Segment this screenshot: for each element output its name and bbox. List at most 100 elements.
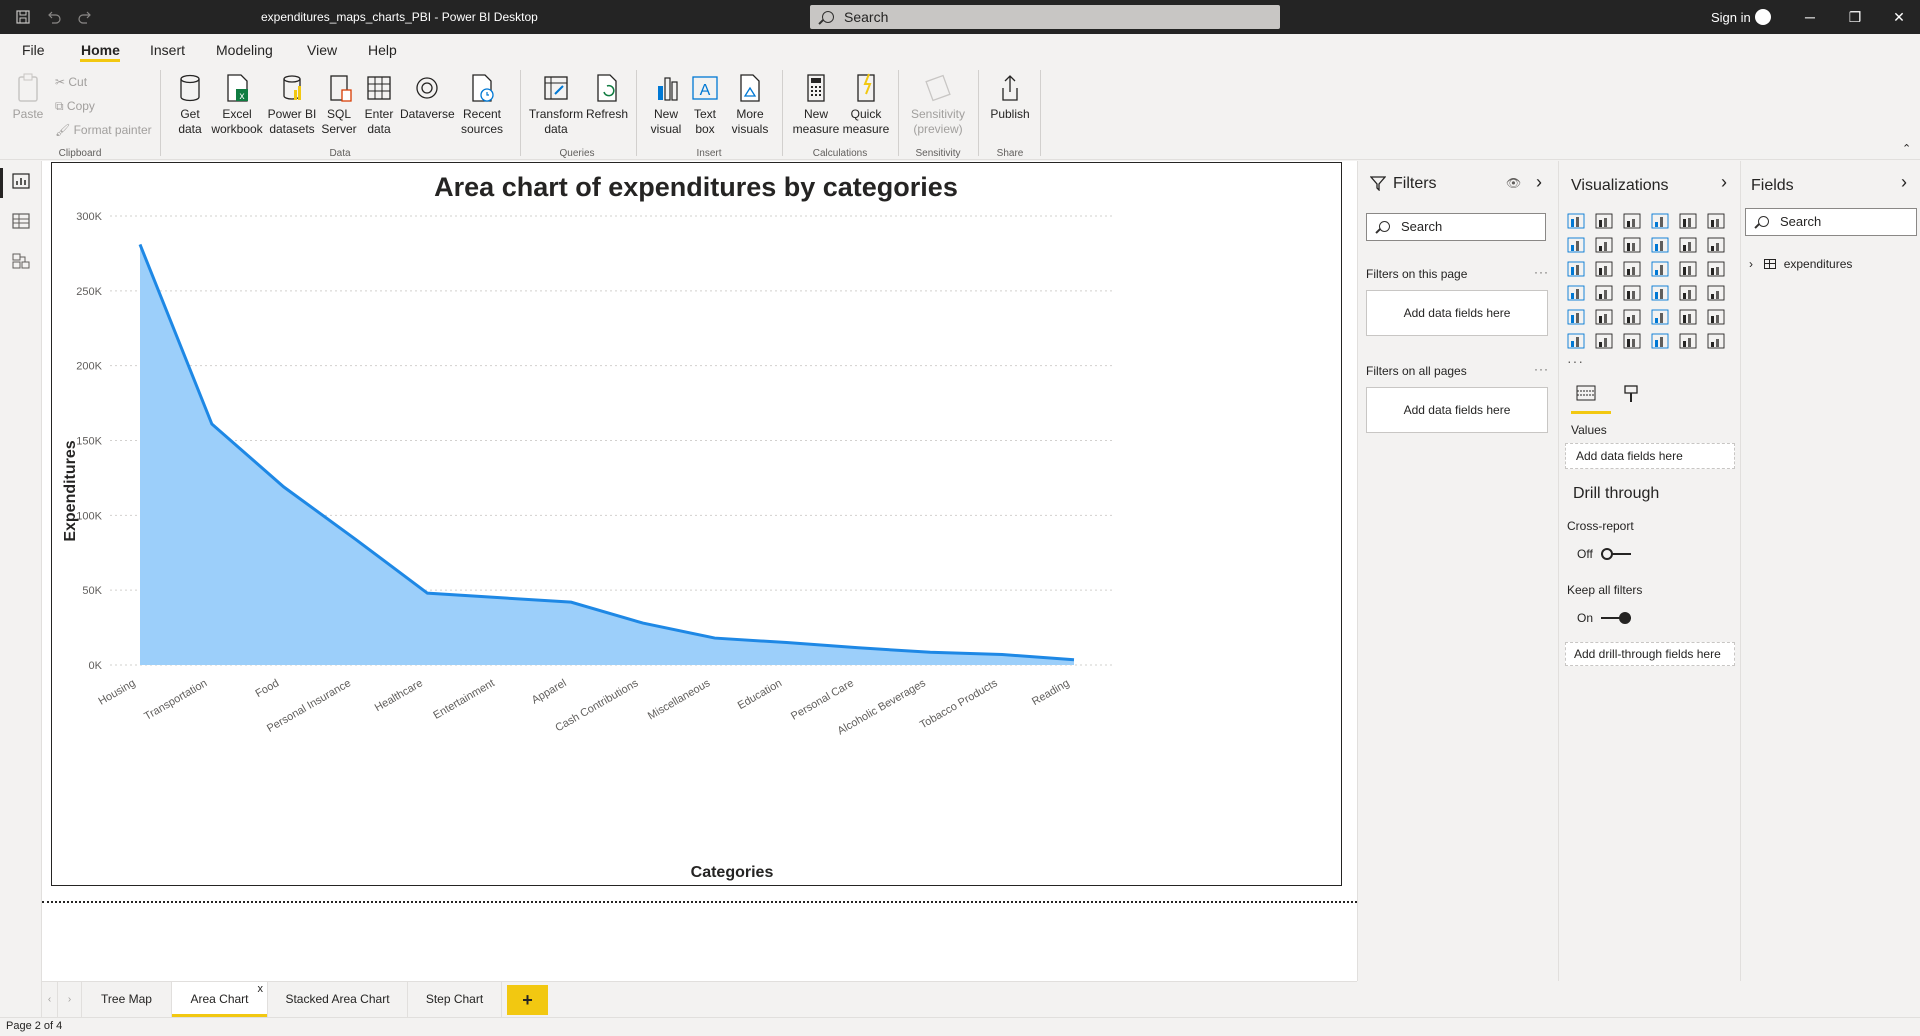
new-visual-button[interactable]: New visual (644, 70, 688, 137)
refresh-button[interactable]: Refresh (585, 70, 629, 122)
ribbon-visual-icon[interactable] (1707, 237, 1725, 253)
paginated-visual-icon[interactable] (1651, 333, 1669, 349)
tab-step-chart[interactable]: Step Chart (408, 982, 502, 1017)
line-column-visual-icon[interactable] (1651, 237, 1669, 253)
enter-data-button[interactable]: Enter data (358, 70, 400, 137)
undo-icon[interactable] (46, 9, 62, 25)
next-page-icon[interactable]: › (58, 982, 82, 1017)
smart-narrative-visual-icon[interactable] (1623, 333, 1641, 349)
multi-row-card-visual-icon[interactable] (1679, 285, 1697, 301)
tab-tree-map[interactable]: Tree Map (82, 982, 172, 1017)
format-paintbrush-icon[interactable] (1621, 384, 1643, 407)
slicer-visual-icon[interactable] (1567, 309, 1585, 325)
100-column-visual-icon[interactable] (1707, 213, 1725, 229)
power-apps-visual-icon[interactable] (1679, 333, 1697, 349)
report-view-icon[interactable] (11, 172, 31, 190)
sensitivity-button[interactable]: Sensitivity (preview) (906, 70, 970, 137)
close-icon[interactable]: ✕ (1884, 6, 1914, 28)
model-view-icon[interactable] (11, 252, 31, 270)
transform-data-button[interactable]: Transform data (528, 70, 584, 137)
drill-through-well[interactable]: Add drill-through fields here (1565, 642, 1735, 666)
collapse-filters-icon[interactable]: › (1536, 172, 1542, 193)
clustered-column-visual-icon[interactable] (1651, 213, 1669, 229)
all-pages-filters-well[interactable]: Add data fields here (1366, 387, 1548, 433)
eye-icon[interactable]: 👁 (1506, 176, 1521, 190)
clustered-bar-visual-icon[interactable] (1623, 213, 1641, 229)
filters-search-input[interactable]: Search (1366, 213, 1546, 241)
stacked-column-visual-icon[interactable] (1595, 213, 1613, 229)
100-bar-visual-icon[interactable] (1679, 213, 1697, 229)
save-icon[interactable] (15, 9, 31, 25)
quick-measure-button[interactable]: Quick measure (840, 70, 892, 137)
menu-modeling[interactable]: Modeling (216, 42, 273, 58)
recent-sources-button[interactable]: Recent sources (456, 70, 508, 137)
redo-icon[interactable] (77, 9, 93, 25)
stacked-bar-visual-icon[interactable] (1567, 213, 1585, 229)
values-well[interactable]: Add data fields here (1565, 443, 1735, 469)
menu-file[interactable]: File (22, 42, 45, 58)
map-visual-icon[interactable] (1567, 285, 1585, 301)
prev-page-icon[interactable]: ‹ (42, 982, 58, 1017)
waterfall-visual-icon[interactable] (1567, 261, 1585, 277)
kpi-visual-icon[interactable] (1707, 285, 1725, 301)
close-tab-icon[interactable]: x (258, 972, 264, 1007)
new-measure-button[interactable]: New measure (790, 70, 842, 137)
fields-well-tab-icon[interactable] (1575, 384, 1597, 407)
dataverse-button[interactable]: Dataverse (400, 70, 455, 122)
donut-visual-icon[interactable] (1679, 261, 1697, 277)
fields-search-input[interactable]: Search (1745, 208, 1917, 236)
sql-server-button[interactable]: SQL Server (318, 70, 360, 137)
global-search[interactable]: Search (810, 5, 1280, 29)
cut-button[interactable]: ✂ Cut (55, 75, 87, 89)
restore-icon[interactable]: ❐ (1840, 6, 1870, 28)
sign-in-link[interactable]: Sign in (1711, 10, 1751, 25)
avatar[interactable] (1755, 9, 1771, 25)
collapse-ribbon-icon[interactable]: ⌃ (1902, 142, 1911, 155)
collapse-visualizations-icon[interactable]: › (1721, 172, 1727, 193)
tab-stacked-area-chart[interactable]: Stacked Area Chart (268, 982, 408, 1017)
area-chart-visual[interactable]: Area chart of expenditures by categories… (51, 162, 1342, 886)
table-item-expenditures[interactable]: › expenditures (1749, 257, 1852, 271)
card-visual-icon[interactable] (1651, 285, 1669, 301)
filled-map-visual-icon[interactable] (1595, 285, 1613, 301)
more-visuals-button[interactable]: More visuals (724, 70, 776, 137)
tab-area-chart[interactable]: Area Chart x (172, 982, 268, 1017)
pie-visual-icon[interactable] (1651, 261, 1669, 277)
decomposition-visual-icon[interactable] (1567, 333, 1585, 349)
line-visual-icon[interactable] (1567, 237, 1585, 253)
text-box-button[interactable]: A Text box (688, 70, 722, 137)
line-clustered-visual-icon[interactable] (1679, 237, 1697, 253)
collapse-fields-icon[interactable]: › (1901, 172, 1907, 193)
data-view-icon[interactable] (11, 212, 31, 230)
page-filters-well[interactable]: Add data fields here (1366, 290, 1548, 336)
stacked-area-visual-icon[interactable] (1623, 237, 1641, 253)
funnel-visual-icon[interactable] (1595, 261, 1613, 277)
add-page-button[interactable]: + (507, 985, 548, 1015)
r-script-visual-icon[interactable] (1651, 309, 1669, 325)
copy-button[interactable]: ⧉ Copy (55, 99, 95, 114)
gauge-visual-icon[interactable] (1623, 285, 1641, 301)
key-influencers-visual-icon[interactable] (1707, 309, 1725, 325)
more-options-icon[interactable]: ··· (1534, 362, 1549, 376)
paste-button[interactable]: Paste (10, 70, 46, 122)
keep-filters-toggle[interactable] (1601, 612, 1631, 624)
power-automate-visual-icon[interactable] (1707, 333, 1725, 349)
matrix-visual-icon[interactable] (1623, 309, 1641, 325)
area-visual-icon[interactable] (1595, 237, 1613, 253)
python-visual-icon[interactable] (1679, 309, 1697, 325)
get-data-button[interactable]: Get data (168, 70, 212, 137)
scatter-visual-icon[interactable] (1623, 261, 1641, 277)
table-visual-icon[interactable] (1595, 309, 1613, 325)
menu-view[interactable]: View (307, 42, 337, 58)
excel-workbook-button[interactable]: x Excel workbook (210, 70, 264, 137)
format-painter-button[interactable]: 🖌 Format painter (55, 123, 152, 137)
cross-report-toggle[interactable] (1601, 548, 1631, 560)
minimize-icon[interactable]: ─ (1795, 6, 1825, 28)
power-bi-datasets-button[interactable]: Power BI datasets (264, 70, 320, 137)
qa-visual-icon[interactable] (1595, 333, 1613, 349)
menu-help[interactable]: Help (368, 42, 397, 58)
publish-button[interactable]: Publish (986, 70, 1034, 122)
treemap-visual-icon[interactable] (1707, 261, 1725, 277)
more-options-icon[interactable]: ··· (1534, 265, 1549, 279)
menu-home[interactable]: Home (81, 42, 120, 58)
